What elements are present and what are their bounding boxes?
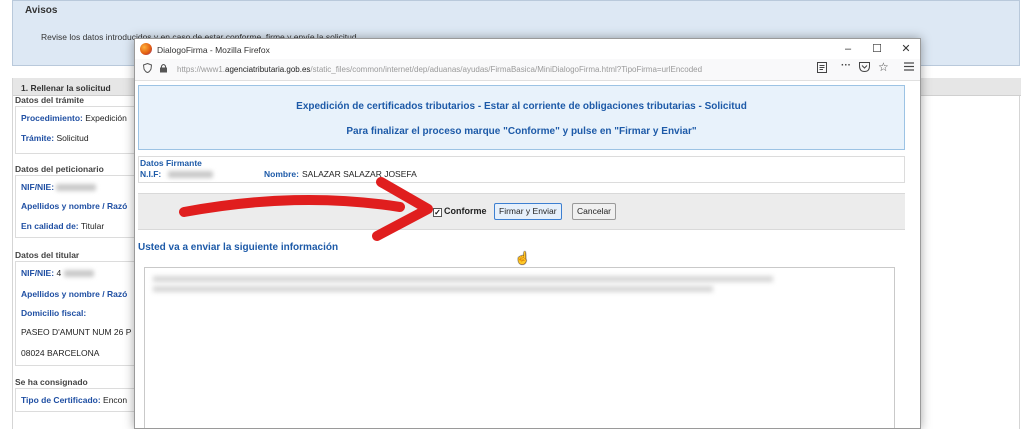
firmante-title: Datos Firmante bbox=[140, 158, 202, 168]
field-titular-apellidos: Apellidos y nombre / Razó bbox=[21, 289, 127, 299]
conforme-checkbox[interactable]: ✓ Conforme bbox=[433, 206, 487, 217]
window-title: DialogoFirma - Mozilla Firefox bbox=[157, 45, 270, 55]
redacted-value bbox=[56, 184, 97, 192]
reader-icon[interactable] bbox=[817, 62, 827, 76]
tramite-value: Solicitud bbox=[56, 133, 89, 143]
firmante-box: Datos Firmante N.I.F: Nombre: SALAZAR SA… bbox=[138, 156, 905, 183]
url-bar: https://www1.agenciatributaria.gob.es/st… bbox=[135, 59, 920, 81]
minimize-button[interactable]: – bbox=[837, 41, 859, 57]
field-titular-nif: NIF/NIE: 4 bbox=[21, 268, 94, 278]
conforme-label: Conforme bbox=[444, 206, 487, 216]
field-domicilio: Domicilio fiscal: bbox=[21, 308, 86, 318]
section-title-tramite: Datos del trámite bbox=[15, 95, 84, 105]
url-text: https://www1.agenciatributaria.gob.es/st… bbox=[177, 65, 703, 74]
firefox-logo-icon bbox=[140, 43, 152, 55]
lock-icon[interactable] bbox=[159, 63, 168, 76]
field-peticionario-nif: NIF/NIE: bbox=[21, 182, 97, 192]
firmante-nif-label: N.I.F: bbox=[140, 169, 162, 179]
section-title-consignado: Se ha consignado bbox=[15, 377, 88, 387]
dialog-header-instruction: Para finalizar el proceso marque "Confor… bbox=[346, 126, 697, 137]
close-button[interactable]: ✕ bbox=[895, 41, 917, 57]
firmar-enviar-button[interactable]: Firmar y Enviar bbox=[494, 203, 562, 220]
more-icon[interactable]: ··· bbox=[841, 60, 851, 71]
info-title: Usted va a enviar la siguiente informaci… bbox=[138, 242, 339, 253]
action-bar: ✓ Conforme Firmar y Enviar Cancelar bbox=[138, 193, 905, 230]
calidad-value: Titular bbox=[80, 221, 105, 231]
section-title-peticionario: Datos del peticionario bbox=[15, 164, 104, 174]
hand-pointer-icon: ☝ bbox=[515, 251, 530, 265]
url-field[interactable]: https://www1.agenciatributaria.gob.es/st… bbox=[139, 61, 899, 79]
info-textarea[interactable] bbox=[144, 267, 895, 428]
procedimiento-label: Procedimiento: bbox=[21, 113, 83, 123]
tipo-certificado-label: Tipo de Certificado: bbox=[21, 395, 101, 405]
avisos-title: Avisos bbox=[25, 5, 58, 16]
maximize-button[interactable]: ☐ bbox=[866, 41, 888, 57]
titular-nif-label: NIF/NIE: bbox=[21, 268, 55, 278]
peticionario-apellidos-label: Apellidos y nombre / Razó bbox=[21, 201, 128, 211]
star-icon[interactable]: ☆ bbox=[878, 60, 889, 74]
field-procedimiento: Procedimiento: Expedición bbox=[21, 113, 127, 123]
cancelar-button[interactable]: Cancelar bbox=[572, 203, 617, 220]
checkbox-checked-icon[interactable]: ✓ bbox=[433, 208, 442, 217]
dialog-header: Expedición de certificados tributarios -… bbox=[138, 85, 905, 150]
redacted-value bbox=[63, 270, 94, 278]
peticionario-nif-label: NIF/NIE: bbox=[21, 182, 55, 192]
redacted-line bbox=[153, 276, 773, 282]
pocket-icon[interactable] bbox=[859, 62, 870, 75]
dialog-header-title: Expedición de certificados tributarios -… bbox=[296, 101, 747, 112]
field-peticionario-calidad: En calidad de: Titular bbox=[21, 221, 104, 231]
titular-nif-partial: 4 bbox=[56, 268, 62, 278]
field-peticionario-apellidos: Apellidos y nombre / Razó bbox=[21, 201, 127, 211]
window-titlebar[interactable]: DialogoFirma - Mozilla Firefox – ☐ ✕ bbox=[135, 39, 920, 59]
menu-icon[interactable] bbox=[904, 62, 914, 74]
address-line-1: PASEO D'AMUNT NUM 26 P bbox=[21, 327, 132, 337]
procedimiento-value: Expedición bbox=[85, 113, 127, 123]
domicilio-label: Domicilio fiscal: bbox=[21, 308, 87, 318]
field-tramite: Trámite: Solicitud bbox=[21, 133, 89, 143]
calidad-label: En calidad de: bbox=[21, 221, 79, 231]
shield-icon[interactable] bbox=[142, 62, 153, 76]
redacted-line bbox=[153, 286, 713, 292]
tramite-label: Trámite: bbox=[21, 133, 55, 143]
titular-apellidos-label: Apellidos y nombre / Razó bbox=[21, 289, 128, 299]
firefox-popup-window: DialogoFirma - Mozilla Firefox – ☐ ✕ htt… bbox=[134, 38, 921, 429]
redacted-value bbox=[167, 171, 213, 179]
address-line-2: 08024 BARCELONA bbox=[21, 348, 100, 358]
tipo-certificado-value: Encon bbox=[103, 395, 128, 405]
firmante-nombre-label: Nombre: bbox=[264, 169, 299, 179]
field-tipo-certificado: Tipo de Certificado: Encon bbox=[21, 395, 127, 405]
popup-content: Expedición de certificados tributarios -… bbox=[135, 81, 920, 428]
section-title-titular: Datos del titular bbox=[15, 250, 80, 260]
firmante-nif: N.I.F: bbox=[140, 169, 213, 179]
step-title: 1. Rellenar la solicitud bbox=[21, 83, 111, 93]
firmante-nombre-value: SALAZAR SALAZAR JOSEFA bbox=[302, 169, 417, 179]
